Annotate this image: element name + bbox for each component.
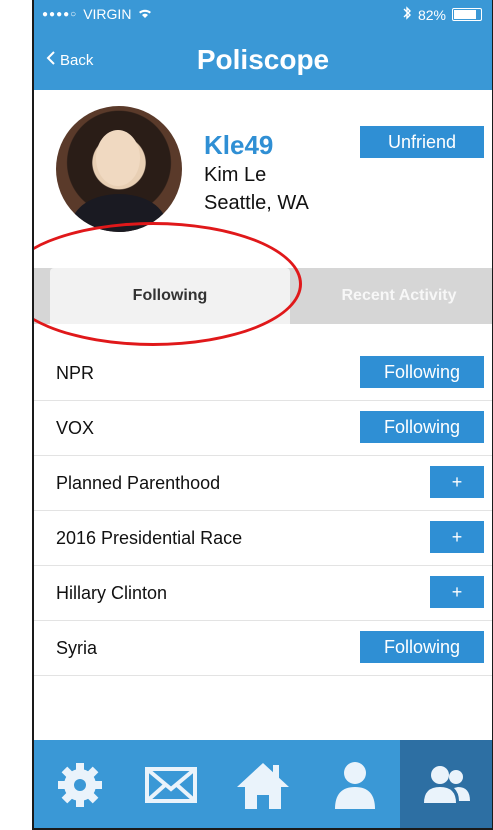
signal-dots: ●●●●○ bbox=[42, 8, 78, 20]
following-button[interactable]: Following bbox=[360, 631, 484, 663]
username: Kle49 bbox=[204, 130, 274, 160]
item-label: VOX bbox=[56, 418, 95, 438]
item-label: NPR bbox=[56, 363, 95, 383]
list-item: VOX Following bbox=[34, 401, 492, 456]
gear-icon bbox=[57, 763, 102, 807]
following-button[interactable]: Following bbox=[360, 356, 484, 388]
profile-tab[interactable] bbox=[309, 740, 401, 828]
friends-tab[interactable] bbox=[400, 740, 492, 828]
follow-add-button[interactable]: + bbox=[430, 521, 484, 553]
friends-icon bbox=[424, 766, 471, 803]
status-bar: ●●●●○ VIRGIN 82% bbox=[34, 6, 492, 26]
avatar bbox=[56, 106, 182, 232]
settings-tab[interactable] bbox=[34, 740, 126, 828]
wifi-icon bbox=[137, 6, 153, 22]
item-label: 2016 Presidential Race bbox=[56, 528, 243, 548]
real-name: Kim Le bbox=[204, 164, 267, 186]
home-tab[interactable] bbox=[217, 740, 309, 828]
user-icon bbox=[334, 762, 375, 809]
home-icon bbox=[236, 763, 289, 809]
following-button[interactable]: Following bbox=[360, 411, 484, 443]
battery-icon bbox=[452, 8, 482, 21]
item-label: Syria bbox=[56, 638, 98, 658]
follow-add-button[interactable]: + bbox=[430, 466, 484, 498]
list-item: NPR Following bbox=[34, 346, 492, 401]
top-bar: ●●●●○ VIRGIN 82% Back Poliscope bbox=[34, 0, 492, 90]
app-title: Poliscope bbox=[196, 44, 330, 75]
battery-percent: 82% bbox=[417, 6, 446, 23]
list-item: Hillary Clinton + bbox=[34, 566, 492, 621]
list-item: Planned Parenthood + bbox=[34, 456, 492, 511]
tab-bar: Following Recent Activity bbox=[34, 268, 492, 324]
following-list: NPR Following VOX Following Planned Pare… bbox=[34, 346, 492, 676]
phone-screen: ●●●●○ VIRGIN 82% Back Poliscope Kle49 Ki… bbox=[32, 0, 493, 830]
tab-recent-activity[interactable]: Recent Activity bbox=[306, 268, 492, 324]
list-item: Syria Following bbox=[34, 621, 492, 676]
item-label: Hillary Clinton bbox=[56, 583, 168, 603]
bluetooth-icon bbox=[402, 6, 412, 23]
follow-add-button[interactable]: + bbox=[430, 576, 484, 608]
navigation-bar: Back Poliscope bbox=[34, 40, 492, 84]
tab-following[interactable]: Following bbox=[50, 268, 290, 324]
location: Seattle, WA bbox=[204, 192, 309, 214]
list-item: 2016 Presidential Race + bbox=[34, 511, 492, 566]
unfriend-button[interactable]: Unfriend bbox=[360, 126, 484, 158]
bottom-tab-bar bbox=[34, 740, 492, 828]
profile-section: Kle49 Kim Le Seattle, WA Unfriend bbox=[34, 100, 492, 240]
mail-icon bbox=[145, 767, 198, 803]
item-label: Planned Parenthood bbox=[56, 473, 221, 493]
messages-tab[interactable] bbox=[126, 740, 218, 828]
carrier-label: VIRGIN bbox=[83, 6, 132, 22]
